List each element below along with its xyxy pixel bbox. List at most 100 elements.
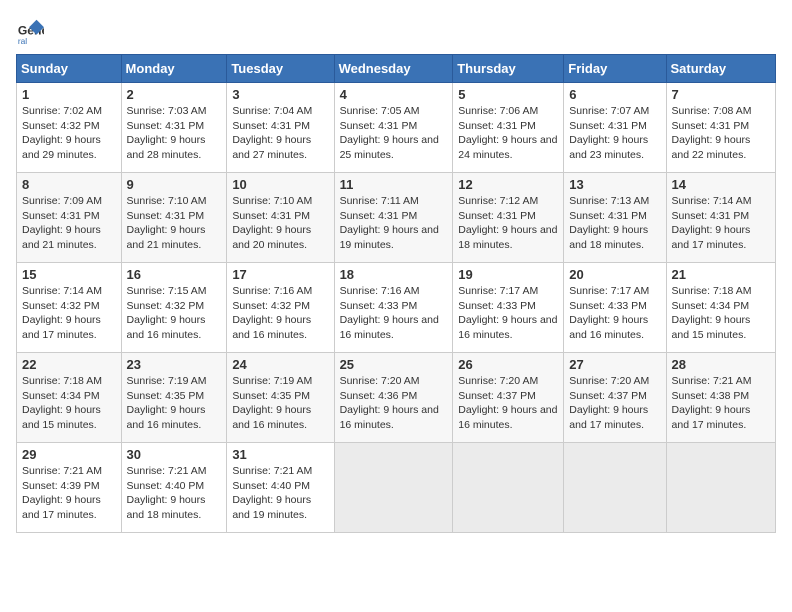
calendar-cell: 6 Sunrise: 7:07 AMSunset: 4:31 PMDaylight… — [564, 83, 666, 173]
calendar-cell: 10Sunrise: 7:10 AMSunset: 4:31 PMDayligh… — [227, 173, 334, 263]
day-number: 30 — [127, 447, 222, 462]
calendar-cell: 15 Sunrise: 7:14 AMSunset: 4:32 PMDayligh… — [17, 263, 122, 353]
calendar-cell: 14 Sunrise: 7:14 AMSunset: 4:31 PMDayligh… — [666, 173, 775, 263]
day-number: 1 — [22, 87, 116, 102]
day-number: 18 — [340, 267, 448, 282]
calendar-cell: 4Sunrise: 7:05 AMSunset: 4:31 PMDaylight… — [334, 83, 453, 173]
cell-info: Sunrise: 7:05 AMSunset: 4:31 PMDaylight:… — [340, 104, 448, 163]
calendar-cell: 20 Sunrise: 7:17 AMSunset: 4:33 PMDayligh… — [564, 263, 666, 353]
calendar-cell: 16 Sunrise: 7:15 AMSunset: 4:32 PMDayligh… — [121, 263, 227, 353]
calendar-week-row: 22 Sunrise: 7:18 AMSunset: 4:34 PMDayligh… — [17, 353, 776, 443]
calendar-cell: 31Sunrise: 7:21 AMSunset: 4:40 PMDayligh… — [227, 443, 334, 533]
day-number: 26 — [458, 357, 558, 372]
calendar-cell: 30 Sunrise: 7:21 AMSunset: 4:40 PMDayligh… — [121, 443, 227, 533]
calendar-cell: 3 Sunrise: 7:04 AMSunset: 4:31 PMDaylight… — [227, 83, 334, 173]
day-number: 15 — [22, 267, 116, 282]
day-number: 20 — [569, 267, 660, 282]
svg-text:ral: ral — [18, 36, 27, 44]
calendar-cell: 8Sunrise: 7:09 AMSunset: 4:31 PMDaylight… — [17, 173, 122, 263]
calendar-week-row: 8Sunrise: 7:09 AMSunset: 4:31 PMDaylight… — [17, 173, 776, 263]
calendar-cell — [564, 443, 666, 533]
calendar-cell: 1 Sunrise: 7:02 AMSunset: 4:32 PMDaylight… — [17, 83, 122, 173]
cell-info: Sunrise: 7:21 AMSunset: 4:39 PMDaylight:… — [22, 464, 116, 523]
cell-info: Sunrise: 7:13 AMSunset: 4:31 PMDaylight:… — [569, 194, 660, 253]
day-number: 5 — [458, 87, 558, 102]
calendar-cell: 7Sunrise: 7:08 AMSunset: 4:31 PMDaylight… — [666, 83, 775, 173]
cell-info: Sunrise: 7:20 AMSunset: 4:37 PMDaylight:… — [569, 374, 660, 433]
calendar-cell: 21 Sunrise: 7:18 AMSunset: 4:34 PMDayligh… — [666, 263, 775, 353]
calendar-cell: 17Sunrise: 7:16 AMSunset: 4:32 PMDayligh… — [227, 263, 334, 353]
calendar-cell — [453, 443, 564, 533]
day-number: 10 — [232, 177, 328, 192]
cell-info: Sunrise: 7:20 AMSunset: 4:37 PMDaylight:… — [458, 374, 558, 433]
day-number: 28 — [672, 357, 770, 372]
calendar-cell: 11 Sunrise: 7:11 AMSunset: 4:31 PMDayligh… — [334, 173, 453, 263]
header-monday: Monday — [121, 55, 227, 83]
day-number: 7 — [672, 87, 770, 102]
header: Gene ral — [16, 16, 776, 44]
cell-info: Sunrise: 7:18 AMSunset: 4:34 PMDaylight:… — [672, 284, 770, 343]
calendar-week-row: 29 Sunrise: 7:21 AMSunset: 4:39 PMDayligh… — [17, 443, 776, 533]
header-wednesday: Wednesday — [334, 55, 453, 83]
cell-info: Sunrise: 7:21 AMSunset: 4:40 PMDaylight:… — [232, 464, 328, 523]
cell-info: Sunrise: 7:18 AMSunset: 4:34 PMDaylight:… — [22, 374, 116, 433]
cell-info: Sunrise: 7:11 AMSunset: 4:31 PMDaylight:… — [340, 194, 448, 253]
cell-info: Sunrise: 7:19 AMSunset: 4:35 PMDaylight:… — [232, 374, 328, 433]
day-number: 25 — [340, 357, 448, 372]
day-number: 17 — [232, 267, 328, 282]
day-number: 14 — [672, 177, 770, 192]
header-tuesday: Tuesday — [227, 55, 334, 83]
calendar-cell: 2Sunrise: 7:03 AMSunset: 4:31 PMDaylight… — [121, 83, 227, 173]
day-number: 12 — [458, 177, 558, 192]
day-number: 6 — [569, 87, 660, 102]
cell-info: Sunrise: 7:04 AMSunset: 4:31 PMDaylight:… — [232, 104, 328, 163]
cell-info: Sunrise: 7:12 AMSunset: 4:31 PMDaylight:… — [458, 194, 558, 253]
calendar-cell: 28 Sunrise: 7:21 AMSunset: 4:38 PMDayligh… — [666, 353, 775, 443]
cell-info: Sunrise: 7:06 AMSunset: 4:31 PMDaylight:… — [458, 104, 558, 163]
day-number: 8 — [22, 177, 116, 192]
day-number: 21 — [672, 267, 770, 282]
day-number: 22 — [22, 357, 116, 372]
header-friday: Friday — [564, 55, 666, 83]
day-number: 16 — [127, 267, 222, 282]
day-number: 29 — [22, 447, 116, 462]
calendar-cell: 5 Sunrise: 7:06 AMSunset: 4:31 PMDaylight… — [453, 83, 564, 173]
calendar-header-row: SundayMondayTuesdayWednesdayThursdayFrid… — [17, 55, 776, 83]
cell-info: Sunrise: 7:17 AMSunset: 4:33 PMDaylight:… — [569, 284, 660, 343]
cell-info: Sunrise: 7:07 AMSunset: 4:31 PMDaylight:… — [569, 104, 660, 163]
cell-info: Sunrise: 7:14 AMSunset: 4:32 PMDaylight:… — [22, 284, 116, 343]
day-number: 9 — [127, 177, 222, 192]
day-number: 11 — [340, 177, 448, 192]
logo-icon: Gene ral — [16, 16, 44, 44]
day-number: 23 — [127, 357, 222, 372]
cell-info: Sunrise: 7:15 AMSunset: 4:32 PMDaylight:… — [127, 284, 222, 343]
cell-info: Sunrise: 7:21 AMSunset: 4:40 PMDaylight:… — [127, 464, 222, 523]
cell-info: Sunrise: 7:20 AMSunset: 4:36 PMDaylight:… — [340, 374, 448, 433]
calendar-cell: 24Sunrise: 7:19 AMSunset: 4:35 PMDayligh… — [227, 353, 334, 443]
calendar-cell: 23 Sunrise: 7:19 AMSunset: 4:35 PMDayligh… — [121, 353, 227, 443]
cell-info: Sunrise: 7:19 AMSunset: 4:35 PMDaylight:… — [127, 374, 222, 433]
header-saturday: Saturday — [666, 55, 775, 83]
calendar-cell: 25 Sunrise: 7:20 AMSunset: 4:36 PMDayligh… — [334, 353, 453, 443]
calendar-cell: 19Sunrise: 7:17 AMSunset: 4:33 PMDayligh… — [453, 263, 564, 353]
calendar-week-row: 1 Sunrise: 7:02 AMSunset: 4:32 PMDaylight… — [17, 83, 776, 173]
logo: Gene ral — [16, 16, 48, 44]
cell-info: Sunrise: 7:02 AMSunset: 4:32 PMDaylight:… — [22, 104, 116, 163]
calendar-cell: 9 Sunrise: 7:10 AMSunset: 4:31 PMDaylight… — [121, 173, 227, 263]
cell-info: Sunrise: 7:16 AMSunset: 4:33 PMDaylight:… — [340, 284, 448, 343]
day-number: 27 — [569, 357, 660, 372]
header-thursday: Thursday — [453, 55, 564, 83]
cell-info: Sunrise: 7:10 AMSunset: 4:31 PMDaylight:… — [127, 194, 222, 253]
cell-info: Sunrise: 7:03 AMSunset: 4:31 PMDaylight:… — [127, 104, 222, 163]
calendar-cell — [334, 443, 453, 533]
calendar-cell: 26 Sunrise: 7:20 AMSunset: 4:37 PMDayligh… — [453, 353, 564, 443]
cell-info: Sunrise: 7:14 AMSunset: 4:31 PMDaylight:… — [672, 194, 770, 253]
calendar-cell: 18 Sunrise: 7:16 AMSunset: 4:33 PMDayligh… — [334, 263, 453, 353]
calendar-cell: 27 Sunrise: 7:20 AMSunset: 4:37 PMDayligh… — [564, 353, 666, 443]
day-number: 13 — [569, 177, 660, 192]
day-number: 3 — [232, 87, 328, 102]
calendar-cell: 12 Sunrise: 7:12 AMSunset: 4:31 PMDayligh… — [453, 173, 564, 263]
header-sunday: Sunday — [17, 55, 122, 83]
cell-info: Sunrise: 7:21 AMSunset: 4:38 PMDaylight:… — [672, 374, 770, 433]
calendar-table: SundayMondayTuesdayWednesdayThursdayFrid… — [16, 54, 776, 533]
